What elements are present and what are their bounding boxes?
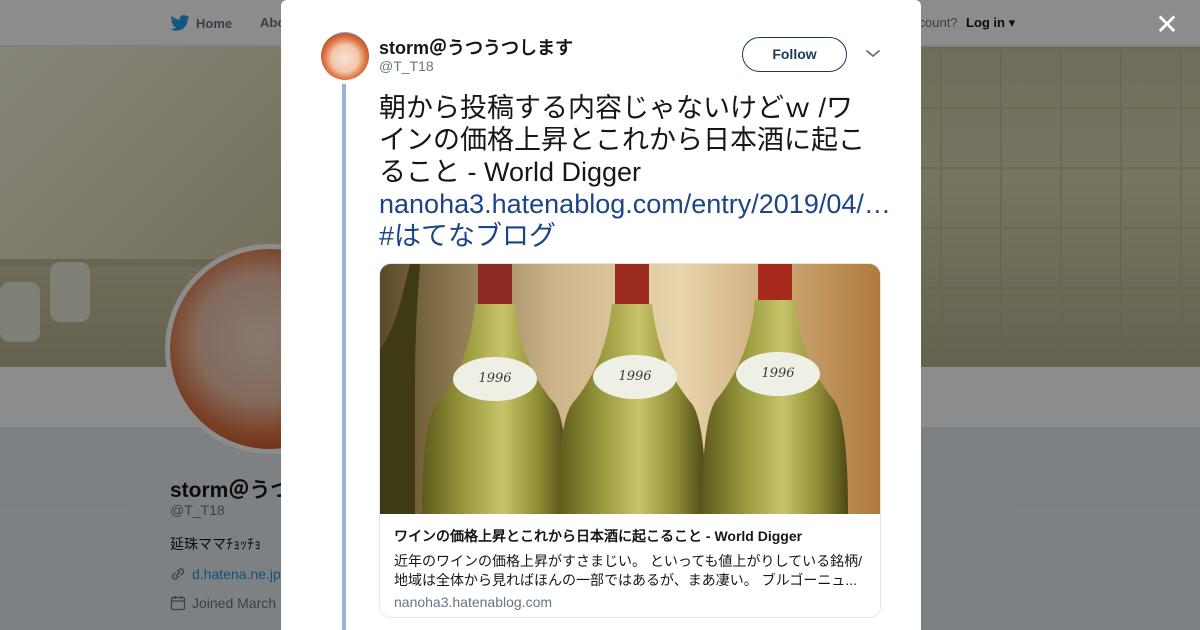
card-domain: nanoha3.hatenablog.com [394,594,553,610]
more-options-button[interactable] [864,44,882,62]
card-title: ワインの価格上昇とこれから日本酒に起こること - World Digger [394,528,803,544]
link-preview-card[interactable]: 1996 1996 1996 ワインの価格上昇とこれから日本酒に起こること - … [379,263,881,618]
tweet-text: 朝から投稿する内容じゃないけどｗ /ワインの価格上昇とこれから日本酒に起こること… [379,92,891,252]
tweet-hashtag[interactable]: #はてなブログ [379,221,556,251]
bottle-label-3: 1996 [761,366,794,381]
close-icon: ✕ [1155,9,1179,40]
card-description: 近年のワインの価格上昇がすさまじい。 といっても値上がりしている銘柄/地域は全体… [394,553,862,588]
follow-button[interactable]: Follow [742,37,847,72]
tweet-author-name[interactable]: storm＠うつうつします [379,34,573,60]
tweet-author-avatar[interactable] [321,32,369,80]
tweet-link[interactable]: nanoha3.hatenablog.com/entry/2019/04/… [379,189,891,219]
close-modal-button[interactable]: ✕ [1152,10,1182,40]
tweet-text-body: 朝から投稿する内容じゃないけどｗ /ワインの価格上昇とこれから日本酒に起こること… [379,93,865,187]
wine-bottles-illustration: 1996 1996 1996 [380,264,880,514]
tweet-author-handle[interactable]: @T_T18 [379,58,434,74]
card-image: 1996 1996 1996 [380,264,880,514]
card-body: ワインの価格上昇とこれから日本酒に起こること - World Digger 近年… [380,514,880,617]
chevron-down-icon [866,50,880,58]
thread-line [342,84,346,630]
bottle-label-2: 1996 [618,369,651,384]
tweet-modal: storm＠うつうつします @T_T18 Follow 朝から投稿する内容じゃな… [281,0,921,630]
bottle-label-1: 1996 [478,371,511,386]
